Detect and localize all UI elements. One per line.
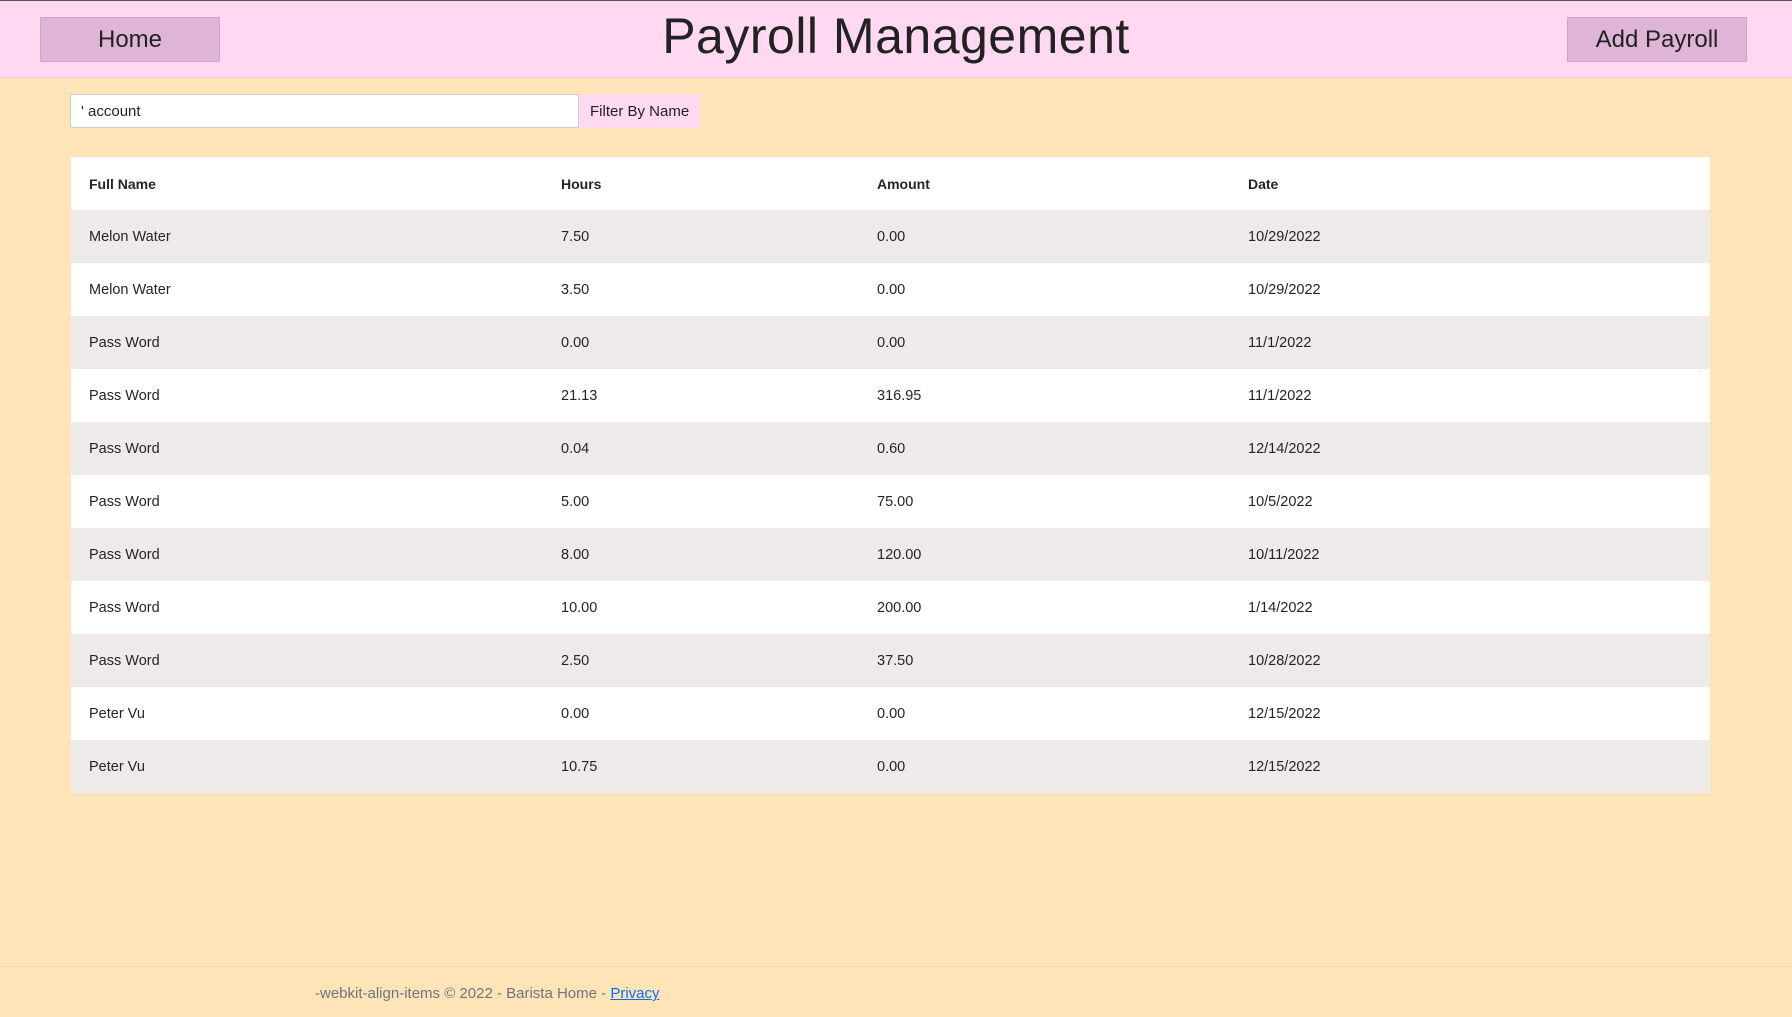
table-row: Melon Water 3.50 0.00 10/29/2022 xyxy=(71,263,1710,316)
table-row: Peter Vu 10.75 0.00 12/15/2022 xyxy=(71,740,1710,793)
cell-amount: 0.00 xyxy=(877,334,906,351)
cell-full-name: Melon Water xyxy=(89,228,171,245)
edit-row-button[interactable] xyxy=(1781,475,1792,528)
cell-date: 10/29/2022 xyxy=(1248,281,1321,298)
filter-bar: Filter By Name xyxy=(70,94,701,128)
cell-date: 11/1/2022 xyxy=(1248,334,1312,351)
cell-hours: 0.00 xyxy=(561,705,590,722)
cell-amount: 316.95 xyxy=(877,387,922,404)
cell-hours: 10.75 xyxy=(561,758,598,775)
cell-full-name: Pass Word xyxy=(89,334,160,351)
table-row: Pass Word 5.00 75.00 10/5/2022 xyxy=(71,475,1710,528)
edit-row-button[interactable] xyxy=(1781,422,1792,475)
edit-row-button[interactable] xyxy=(1781,687,1792,740)
table-row: Pass Word 10.00 200.00 1/14/2022 xyxy=(71,581,1710,634)
cell-hours: 8.00 xyxy=(561,546,590,563)
cell-full-name: Pass Word xyxy=(89,387,160,404)
edit-row-button[interactable] xyxy=(1781,528,1792,581)
edit-row-button[interactable] xyxy=(1781,740,1792,793)
cell-date: 10/11/2022 xyxy=(1248,546,1320,563)
edit-row-button[interactable] xyxy=(1781,369,1792,422)
table-row: Pass Word 2.50 37.50 10/28/2022 xyxy=(71,634,1710,687)
cell-date: 10/28/2022 xyxy=(1248,652,1321,669)
table-row: Pass Word 0.00 0.00 11/1/2022 xyxy=(71,316,1710,369)
cell-date: 10/5/2022 xyxy=(1248,493,1313,510)
column-header-date: Date xyxy=(1248,175,1279,192)
cell-amount: 0.00 xyxy=(877,705,906,722)
cell-hours: 0.00 xyxy=(561,334,590,351)
table-row: Pass Word 8.00 120.00 10/11/2022 xyxy=(71,528,1710,581)
page-title: Payroll Management xyxy=(662,8,1130,64)
cell-date: 1/14/2022 xyxy=(1248,599,1313,616)
cell-hours: 10.00 xyxy=(561,599,598,616)
table-header-row: Full Name Hours Amount Date xyxy=(71,157,1710,210)
cell-hours: 3.50 xyxy=(561,281,590,298)
cell-full-name: Peter Vu xyxy=(89,705,145,722)
cell-date: 12/14/2022 xyxy=(1248,440,1321,457)
cell-amount: 0.00 xyxy=(877,758,906,775)
edit-row-button[interactable] xyxy=(1781,316,1792,369)
cell-hours: 7.50 xyxy=(561,228,590,245)
cell-full-name: Peter Vu xyxy=(89,758,145,775)
privacy-link[interactable]: Privacy xyxy=(610,985,659,1002)
cell-full-name: Pass Word xyxy=(89,440,160,457)
cell-date: 12/15/2022 xyxy=(1248,758,1321,775)
payroll-table: Full Name Hours Amount Date Melon Water 7… xyxy=(71,157,1710,793)
cell-full-name: Pass Word xyxy=(89,652,160,669)
column-header-hours: Hours xyxy=(561,175,602,192)
add-payroll-button[interactable]: Add Payroll xyxy=(1567,17,1747,62)
cell-hours: 2.50 xyxy=(561,652,590,669)
cell-full-name: Melon Water xyxy=(89,281,171,298)
filter-by-name-button[interactable]: Filter By Name xyxy=(579,94,701,128)
table-row: Peter Vu 0.00 0.00 12/15/2022 xyxy=(71,687,1710,740)
cell-full-name: Pass Word xyxy=(89,546,160,563)
footer: -webkit-align-items © 2022 - Barista Hom… xyxy=(315,985,660,1002)
column-header-amount: Amount xyxy=(877,175,930,192)
footer-text: -webkit-align-items © 2022 - Barista Hom… xyxy=(315,985,611,1002)
cell-hours: 0.04 xyxy=(561,440,590,457)
edit-row-button[interactable] xyxy=(1781,263,1792,316)
cell-amount: 0.60 xyxy=(877,440,906,457)
cell-amount: 75.00 xyxy=(877,493,914,510)
table-row: Pass Word 21.13 316.95 11/1/2022 xyxy=(71,369,1710,422)
filter-name-input[interactable] xyxy=(70,94,579,128)
column-header-full-name: Full Name xyxy=(89,175,156,192)
cell-hours: 21.13 xyxy=(561,387,598,404)
cell-amount: 37.50 xyxy=(877,652,914,669)
cell-amount: 120.00 xyxy=(877,546,922,563)
cell-date: 10/29/2022 xyxy=(1248,228,1321,245)
cell-amount: 200.00 xyxy=(877,599,922,616)
edit-row-button[interactable] xyxy=(1781,210,1792,263)
cell-date: 12/15/2022 xyxy=(1248,705,1321,722)
cell-amount: 0.00 xyxy=(877,281,906,298)
cell-hours: 5.00 xyxy=(561,493,590,510)
edit-row-button[interactable] xyxy=(1781,634,1792,687)
cell-amount: 0.00 xyxy=(877,228,906,245)
edit-row-button[interactable] xyxy=(1781,581,1792,634)
table-row: Melon Water 7.50 0.00 10/29/2022 xyxy=(71,210,1710,263)
cell-full-name: Pass Word xyxy=(89,599,160,616)
cell-date: 11/1/2022 xyxy=(1248,387,1312,404)
footer-divider xyxy=(0,966,1792,967)
table-row: Pass Word 0.04 0.60 12/14/2022 xyxy=(71,422,1710,475)
top-navbar: Home Payroll Management Add Payroll xyxy=(0,0,1792,78)
cell-full-name: Pass Word xyxy=(89,493,160,510)
